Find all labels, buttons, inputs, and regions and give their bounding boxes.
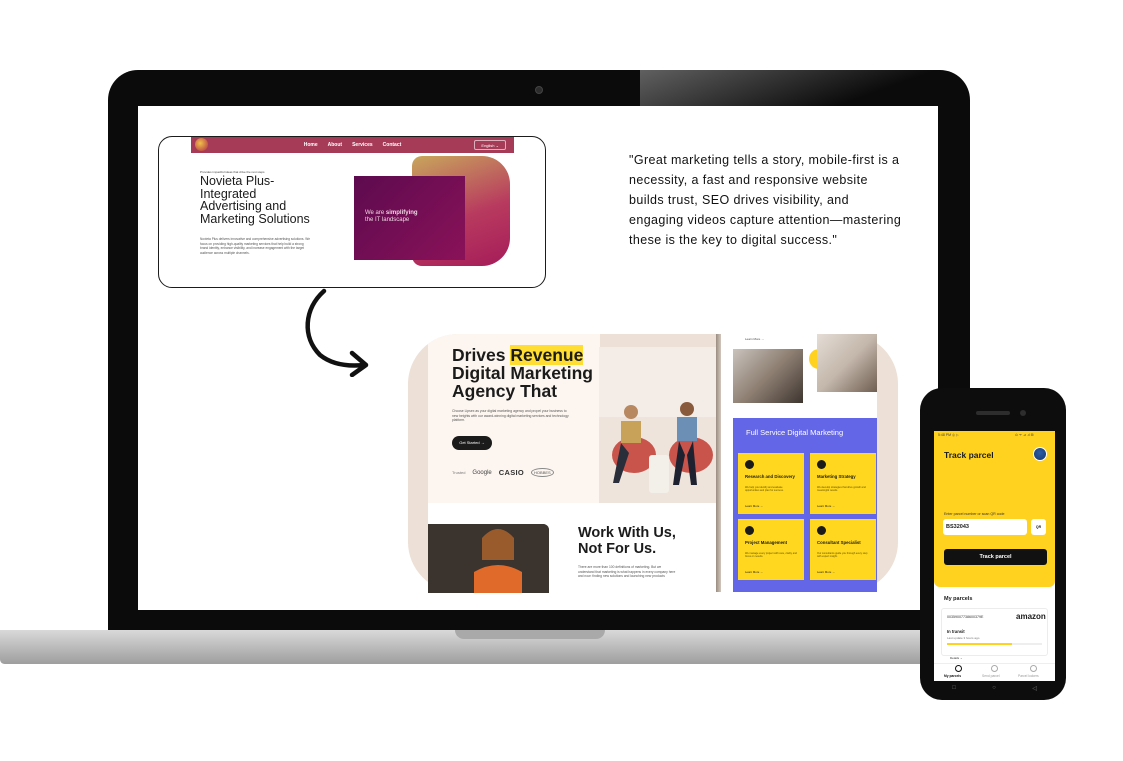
- person-icon: [817, 526, 826, 535]
- my-parcels-heading: My parcels: [944, 596, 973, 602]
- parcel-input-label: Enter parcel number or scan QR code: [944, 512, 1005, 516]
- learn-more-link[interactable]: Learn More →: [817, 570, 835, 574]
- service-title: Research and Discovery: [745, 474, 795, 479]
- learn-more-link[interactable]: Learn More →: [745, 570, 763, 574]
- learn-more-link[interactable]: Learn More →: [745, 504, 763, 508]
- old-site-title: Novieta Plus-Integrated Advertising and …: [200, 174, 310, 226]
- brand-google: Google: [472, 469, 492, 476]
- tab-parcel-lockers[interactable]: Parcel lockers: [1018, 674, 1039, 678]
- android-nav-bar: □ ○ ◁: [934, 681, 1055, 695]
- work-with-us-title: Work With Us, Not For Us.: [578, 525, 676, 557]
- laptop-base: [0, 630, 970, 664]
- home-icon[interactable]: ○: [992, 685, 996, 691]
- marketing-quote: "Great marketing tells a story, mobile-f…: [629, 153, 902, 247]
- amazon-logo: amazon: [1016, 612, 1046, 621]
- parcel-status-detail: Last update 3 hours ago: [947, 636, 980, 640]
- qr-scan-button[interactable]: QR: [1031, 519, 1046, 535]
- new-site-hero-description: Choose Lipsex as your digital marketing …: [452, 409, 569, 423]
- old-site-navbar: Home About Services Contact English ⌄: [191, 137, 514, 153]
- laptop-camera: [535, 86, 543, 94]
- service-title: Project Management: [745, 540, 788, 545]
- back-icon[interactable]: ◁: [1032, 685, 1037, 692]
- nav-about[interactable]: About: [328, 142, 342, 148]
- work-with-us-description: There are more than 100 definitions of m…: [578, 565, 676, 579]
- avatar[interactable]: [1033, 447, 1047, 461]
- office-photo: [817, 334, 877, 392]
- services-page-link[interactable]: Learn More →: [745, 337, 764, 341]
- service-card-strategy[interactable]: Marketing Strategy We develop strategies…: [810, 453, 876, 514]
- service-card-research[interactable]: Research and Discovery We help you ident…: [738, 453, 804, 514]
- target-icon: [817, 460, 826, 469]
- old-site-hero-text: We are simplifying the IT landscape: [365, 210, 418, 223]
- send-icon: [991, 665, 998, 672]
- parcel-number-input[interactable]: BS32043: [943, 519, 1027, 535]
- brand-casio: CASIO: [498, 468, 525, 477]
- parcel-status: In transit: [947, 629, 965, 634]
- full-service-title: Full Service Digital Marketing: [746, 428, 844, 437]
- recent-apps-icon[interactable]: □: [952, 685, 956, 691]
- clipboard-icon: [745, 526, 754, 535]
- service-card-consultant[interactable]: Consultant Specialist Our consultants gu…: [810, 519, 876, 580]
- trusted-brands: Trusted Google CASIO HOBBES: [452, 468, 554, 477]
- old-site-description: Novieta Plus delivers innovative and com…: [200, 237, 310, 255]
- new-site-hero-title: Drives Revenue Digital Marketing Agency T…: [452, 345, 593, 401]
- track-parcel-button[interactable]: Track parcel: [944, 549, 1047, 565]
- brand-hobbes: HOBBES: [531, 468, 554, 477]
- trusted-label: Trusted: [452, 470, 466, 475]
- phone-status-time: 5:48 PM ◎ ▷: [938, 433, 959, 437]
- hero-photo-two-women: [599, 347, 719, 503]
- service-desc: We manage every project with care, clari…: [745, 552, 797, 559]
- parcels-icon: [955, 665, 962, 672]
- woman-photo: [428, 524, 549, 593]
- old-site-logo[interactable]: [195, 138, 208, 151]
- track-parcel-title: Track parcel: [944, 450, 994, 460]
- service-desc: Our consultants guide you through every …: [817, 552, 868, 559]
- tab-send-parcel[interactable]: Send parcel: [982, 674, 1000, 678]
- language-select[interactable]: English ⌄: [474, 140, 506, 150]
- service-desc: We help you identify and evaluate opport…: [745, 486, 784, 493]
- team-photo: [733, 349, 803, 403]
- search-icon: [745, 460, 754, 469]
- get-started-button[interactable]: Get Started →: [452, 436, 492, 450]
- service-desc: We develop strategies that drive growth …: [817, 486, 866, 493]
- locker-icon: [1030, 665, 1037, 672]
- nav-services[interactable]: Services: [352, 142, 373, 148]
- learn-more-link[interactable]: Learn More →: [817, 504, 835, 508]
- parcel-number: 00359007738600379E: [947, 615, 984, 619]
- phone-status-icons: ⊙ ᯤ ⊿ .ıl ⊞: [1015, 433, 1034, 437]
- parcel-details-link[interactable]: Details ⌄: [950, 656, 963, 660]
- service-title: Marketing Strategy: [817, 474, 856, 479]
- tab-my-parcels[interactable]: My parcels: [944, 674, 961, 678]
- nav-contact[interactable]: Contact: [383, 142, 402, 148]
- service-card-project[interactable]: Project Management We manage every proje…: [738, 519, 804, 580]
- service-title: Consultant Specialist: [817, 540, 861, 545]
- nav-home[interactable]: Home: [304, 142, 318, 148]
- transition-arrow-icon: [305, 288, 369, 377]
- parcel-progress-bar: [947, 643, 1042, 645]
